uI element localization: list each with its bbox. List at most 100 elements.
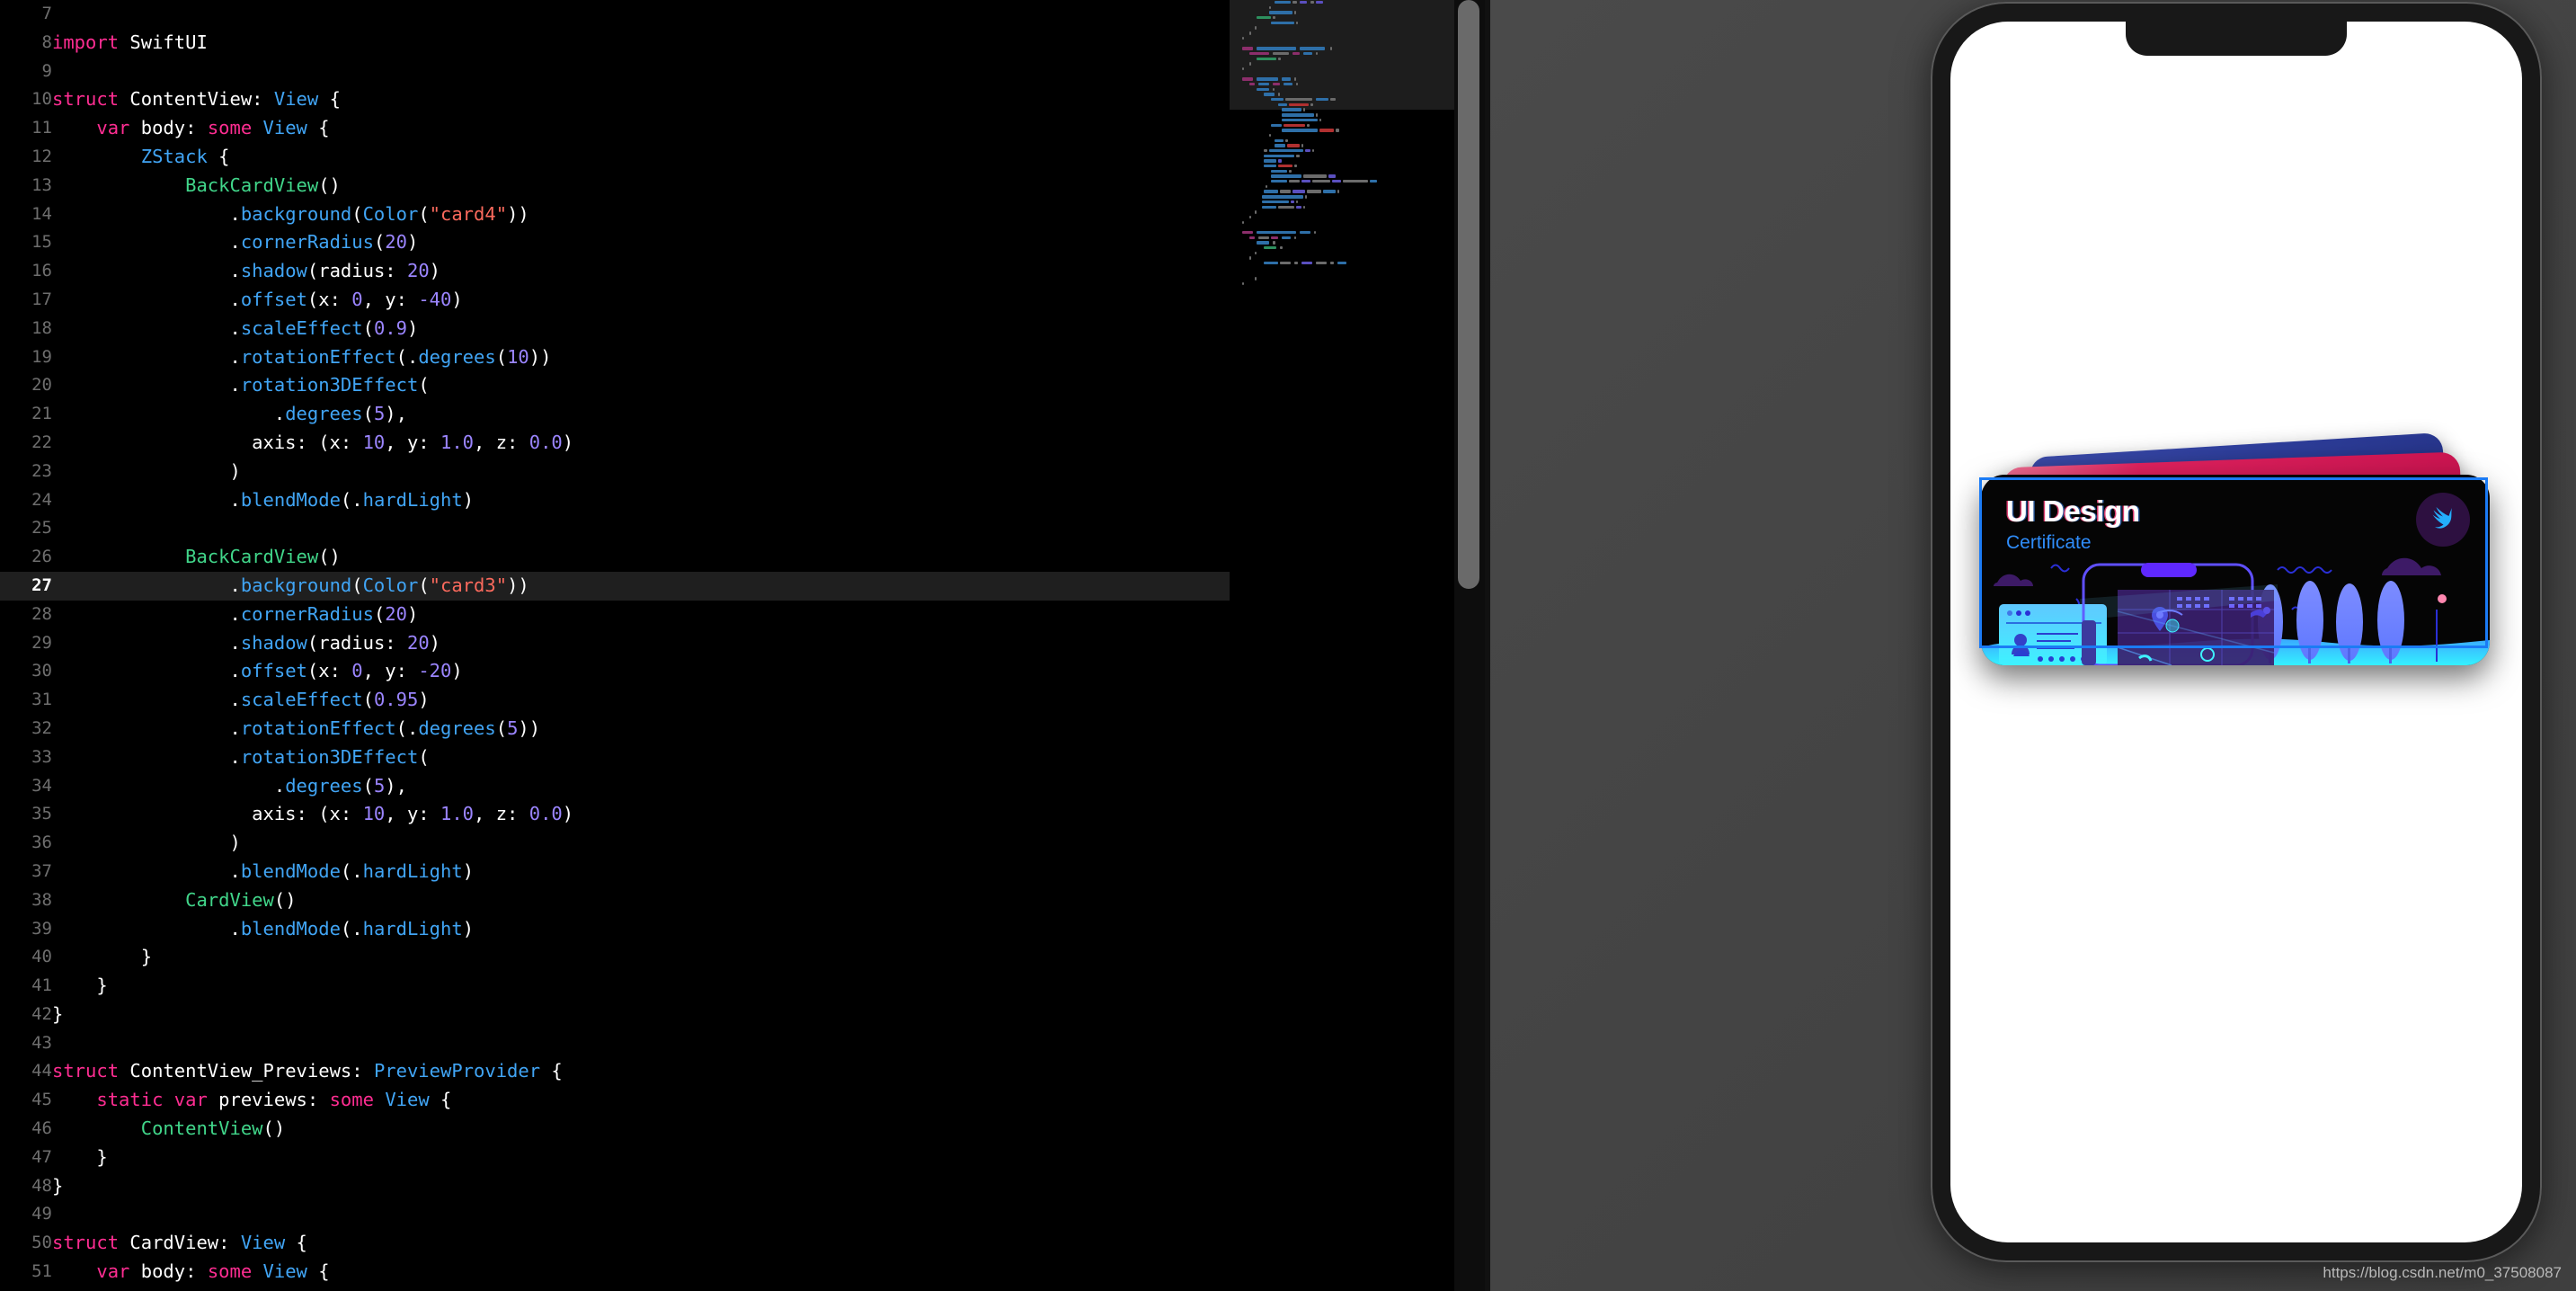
line-number: 16 (31, 261, 52, 281)
code-text: .offset(x: 0, y: -40) (52, 288, 463, 310)
minimap-token (1370, 180, 1377, 183)
line-number: 13 (31, 174, 52, 195)
code-line[interactable]: 48} (0, 1172, 1230, 1201)
minimap-token (1257, 47, 1296, 50)
code-line[interactable]: 9 (0, 58, 1230, 86)
code-line[interactable]: 22 axis: (x: 10, y: 1.0, z: 0.0) (0, 429, 1230, 458)
minimap-token (1257, 16, 1271, 20)
minimap-token (1242, 67, 1244, 71)
code-line[interactable]: 49 (0, 1200, 1230, 1229)
code-line[interactable]: 7 (0, 0, 1230, 29)
code-text: ) (52, 832, 241, 854)
code-line[interactable]: 30 .offset(x: 0, y: -20) (0, 657, 1230, 686)
code-text: .blendMode(.hardLight) (52, 488, 475, 511)
code-line[interactable]: 27 .background(Color("card3")) (0, 571, 1230, 601)
code-line[interactable]: 45 static var previews: some View { (0, 1086, 1230, 1115)
line-number: 30 (31, 661, 52, 681)
minimap-token (1330, 262, 1334, 265)
card-stack[interactable]: UI Design Certificate (1979, 432, 2499, 665)
minimap-token (1316, 51, 1318, 56)
line-number: 39 (31, 918, 52, 939)
minimap-token (1284, 123, 1305, 127)
code-line-list[interactable]: 7 8 import SwiftUI 9 10 struct ContentView: V… (0, 0, 1230, 1287)
code-line[interactable]: 33 .rotation3DEffect( (0, 743, 1230, 772)
code-line[interactable]: 36 ) (0, 829, 1230, 858)
line-number: 11 (31, 118, 52, 138)
code-line[interactable]: 21 .degrees(5), (0, 400, 1230, 429)
minimap-token (1278, 102, 1287, 107)
minimap-token (1275, 144, 1285, 147)
code-line[interactable]: 19 .rotationEffect(.degrees(10)) (0, 343, 1230, 372)
line-number: 10 (31, 89, 52, 110)
code-line[interactable]: 23 ) (0, 458, 1230, 486)
minimap-token (1271, 174, 1301, 178)
code-text: struct CardView: View { (52, 1232, 307, 1254)
code-text: .shadow(radius: 20) (52, 631, 441, 654)
card-view-front[interactable]: UI Design Certificate (1981, 475, 2490, 665)
code-line[interactable]: 32 .rotationEffect(.degrees(5)) (0, 715, 1230, 743)
code-line[interactable]: 42} (0, 1001, 1230, 1029)
code-line[interactable]: 47 } (0, 1144, 1230, 1172)
minimap-token (1296, 83, 1298, 86)
code-line[interactable]: 37 .blendMode(.hardLight) (0, 858, 1230, 886)
code-text: } (52, 1002, 64, 1025)
code-text: } (52, 1174, 64, 1197)
code-line[interactable]: 41 } (0, 972, 1230, 1001)
minimap-token (1280, 262, 1291, 265)
code-text: var body: some View { (96, 117, 330, 139)
minimap-token (1285, 138, 1288, 142)
minimap-token (1264, 154, 1294, 158)
minimap-token (1249, 31, 1251, 35)
minimap-token (1257, 77, 1278, 81)
code-line[interactable]: 26 BackCardView() (0, 543, 1230, 572)
code-line[interactable]: 14 .background(Color("card4")) (0, 200, 1230, 229)
phone-notch (2126, 22, 2347, 56)
code-text: .rotation3DEffect( (52, 374, 430, 396)
code-editor[interactable]: 7 8 import SwiftUI 9 10 struct ContentView: V… (0, 0, 1230, 1291)
code-line[interactable]: 31 .scaleEffect(0.95) (0, 686, 1230, 715)
code-line[interactable]: 34 .degrees(5), (0, 772, 1230, 801)
code-line[interactable]: 40 } (0, 943, 1230, 972)
code-line[interactable]: 46 ContentView() (0, 1115, 1230, 1144)
minimap-token (1294, 77, 1296, 81)
line-number: 15 (31, 232, 52, 253)
line-number: 46 (31, 1118, 52, 1139)
minimap-token (1300, 47, 1325, 50)
minimap-token (1330, 98, 1336, 102)
code-line[interactable]: 8 import SwiftUI (0, 29, 1230, 58)
code-text: .rotationEffect(.degrees(5)) (52, 717, 541, 739)
code-line[interactable]: 12 ZStack { (0, 143, 1230, 172)
code-line[interactable]: 20 .rotation3DEffect( (0, 371, 1230, 400)
code-line[interactable]: 13 BackCardView() (0, 172, 1230, 200)
code-line[interactable]: 24 .blendMode(.hardLight) (0, 486, 1230, 515)
code-line[interactable]: 38 CardView() (0, 886, 1230, 915)
code-line[interactable]: 39 .blendMode(.hardLight) (0, 915, 1230, 944)
code-text: axis: (x: 10, y: 1.0, z: 0.0) (52, 803, 574, 825)
code-line[interactable]: 17 .offset(x: 0, y: -40) (0, 286, 1230, 315)
minimap-token (1264, 262, 1278, 265)
minimap-token (1242, 47, 1253, 50)
line-number: 17 (31, 289, 52, 309)
code-line[interactable]: 44 struct ContentView_Previews: PreviewPr… (0, 1057, 1230, 1086)
iphone-device-frame: UI Design Certificate (1931, 2, 2542, 1262)
code-line[interactable]: 10 struct ContentView: View { (0, 85, 1230, 114)
code-text: } (52, 1145, 108, 1168)
code-line[interactable]: 29 .shadow(radius: 20) (0, 629, 1230, 658)
code-line[interactable]: 16 .shadow(radius: 20) (0, 257, 1230, 286)
minimap-token (1278, 165, 1292, 168)
watermark-text: https://blog.csdn.net/m0_37508087 (2323, 1264, 2562, 1281)
editor-minimap[interactable] (1230, 0, 1454, 1291)
code-line[interactable]: 50 struct CardView: View { (0, 1229, 1230, 1258)
code-line[interactable]: 28 .cornerRadius(20) (0, 601, 1230, 629)
code-line[interactable]: 43 (0, 1029, 1230, 1058)
minimap-token (1332, 180, 1341, 183)
code-line[interactable]: 11 var body: some View { (0, 114, 1230, 143)
code-line[interactable]: 15 .cornerRadius(20) (0, 228, 1230, 257)
code-line[interactable]: 18 .scaleEffect(0.9) (0, 315, 1230, 343)
vertical-scrollbar-thumb[interactable] (1458, 0, 1479, 589)
code-line[interactable]: 25 (0, 514, 1230, 543)
minimap-token (1264, 190, 1278, 193)
phone-screen[interactable]: UI Design Certificate (1950, 22, 2522, 1242)
code-line[interactable]: 35 axis: (x: 10, y: 1.0, z: 0.0) (0, 800, 1230, 829)
code-line[interactable]: 51 var body: some View { (0, 1258, 1230, 1287)
